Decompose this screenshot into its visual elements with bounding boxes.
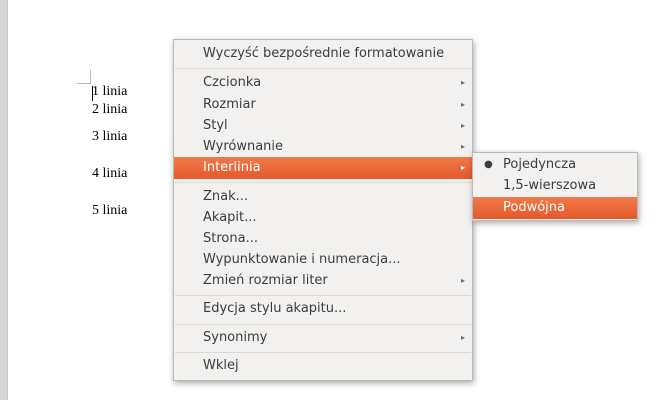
menu-item-paste[interactable]: Wklej	[174, 355, 472, 377]
menu-item-label: Wypunktowanie i numeracja...	[203, 252, 401, 267]
menu-item-label: Edycja stylu akapitu...	[203, 301, 347, 316]
menu-item-label: Akapit...	[203, 210, 257, 225]
menu-item-page[interactable]: Strona...	[174, 228, 472, 250]
menu-item-label: Strona...	[203, 231, 258, 246]
menu-item-style[interactable]: Styl ▸	[174, 115, 472, 137]
document-line[interactable]: 1 linia	[92, 84, 127, 100]
menu-item-label: Znak...	[203, 189, 249, 204]
menu-item-alignment[interactable]: Wyrównanie ▸	[174, 136, 472, 158]
menu-separator	[175, 295, 471, 296]
menu-item-bullets-numbering[interactable]: Wypunktowanie i numeracja...	[174, 249, 472, 271]
menu-item-size[interactable]: Rozmiar ▸	[174, 94, 472, 116]
menu-separator	[175, 182, 471, 183]
submenu-arrow-icon: ▸	[460, 142, 465, 151]
menu-item-clear-formatting[interactable]: Wyczyść bezpośrednie formatowanie	[174, 43, 472, 65]
page-corner-mark	[90, 70, 91, 84]
menu-item-label: Wyczyść bezpośrednie formatowanie	[203, 46, 445, 61]
menu-item-label: Styl	[203, 118, 228, 133]
menu-item-edit-paragraph-style[interactable]: Edycja stylu akapitu...	[174, 298, 472, 320]
menu-item-label: Wklej	[203, 358, 239, 373]
menu-item-label: Rozmiar	[203, 97, 256, 112]
menu-item-label: Wyrównanie	[203, 139, 284, 154]
menu-item-font[interactable]: Czcionka ▸	[174, 72, 472, 94]
submenu-item-label: Podwójna	[503, 200, 565, 215]
radio-dot-icon: ●	[484, 159, 493, 170]
submenu-arrow-icon: ▸	[460, 333, 465, 342]
menu-item-change-case[interactable]: Zmień rozmiar liter ▸	[174, 270, 472, 292]
document-line[interactable]: 3 linia	[92, 129, 127, 145]
submenu-arrow-icon: ▸	[460, 78, 465, 87]
submenu-arrow-icon: ▸	[460, 276, 465, 285]
line-spacing-submenu: ● Pojedyncza 1,5-wierszowa Podwójna	[472, 152, 638, 221]
submenu-arrow-icon: ▸	[460, 163, 465, 172]
menu-item-synonyms[interactable]: Synonimy ▸	[174, 327, 472, 349]
submenu-arrow-icon: ▸	[460, 100, 465, 109]
context-menu: Wyczyść bezpośrednie formatowanie Czcion…	[173, 39, 473, 381]
document-line[interactable]: 5 linia	[92, 203, 127, 219]
menu-item-paragraph[interactable]: Akapit...	[174, 207, 472, 229]
menu-separator	[175, 352, 471, 353]
document-line[interactable]: 4 linia	[92, 166, 127, 182]
submenu-item-single[interactable]: ● Pojedyncza	[473, 154, 637, 176]
menu-item-label: Zmień rozmiar liter	[203, 273, 328, 288]
submenu-item-label: Pojedyncza	[503, 157, 577, 172]
menu-item-label: Czcionka	[203, 75, 262, 90]
menu-item-character[interactable]: Znak...	[174, 186, 472, 208]
submenu-item-label: 1,5-wierszowa	[503, 178, 597, 193]
menu-item-label: Interlinia	[203, 160, 261, 175]
menu-separator	[175, 324, 471, 325]
menu-item-label: Synonimy	[203, 330, 268, 345]
submenu-item-double[interactable]: Podwójna	[473, 197, 637, 219]
menu-separator	[175, 68, 471, 69]
submenu-arrow-icon: ▸	[460, 121, 465, 130]
submenu-item-one-and-half[interactable]: 1,5-wierszowa	[473, 175, 637, 197]
page-corner-mark	[77, 83, 91, 84]
menu-item-line-spacing[interactable]: Interlinia ▸	[174, 157, 472, 179]
document-line[interactable]: 2 linia	[92, 102, 127, 118]
